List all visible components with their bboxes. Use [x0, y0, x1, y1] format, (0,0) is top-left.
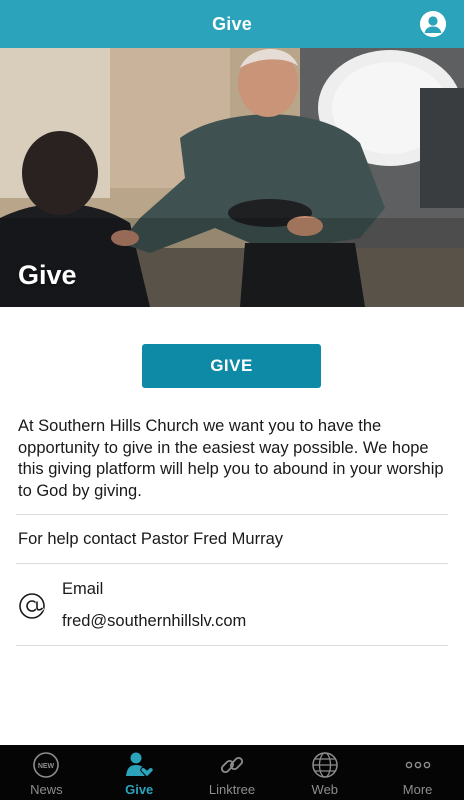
tab-label: News: [30, 782, 63, 797]
giving-description: At Southern Hills Church we want you to …: [18, 417, 444, 500]
page-title: Give: [212, 13, 252, 34]
hero-banner: Give: [0, 48, 464, 307]
tab-news[interactable]: NEW News: [0, 745, 93, 800]
svg-text:NEW: NEW: [38, 763, 55, 770]
email-contact-row[interactable]: Email fred@southernhillslv.com: [0, 566, 464, 644]
tab-web[interactable]: Web: [278, 745, 371, 800]
tab-label: Linktree: [208, 782, 256, 797]
tab-label: Give: [125, 782, 154, 797]
divider: [16, 514, 448, 515]
bottom-tab-bar: NEW News Give Linktree Web More: [0, 745, 464, 800]
tab-linktree[interactable]: Linktree: [186, 745, 279, 800]
help-contact-text: For help contact Pastor Fred Murray: [18, 530, 284, 548]
tab-more[interactable]: More: [371, 745, 464, 800]
tab-label: More: [402, 782, 433, 797]
hero-title: Give: [18, 260, 77, 290]
at-sign-icon: [18, 592, 46, 620]
link-icon: [217, 750, 247, 780]
email-value[interactable]: fred@southernhillslv.com: [62, 612, 246, 631]
give-button[interactable]: GIVE: [142, 344, 321, 388]
more-dots-icon: [403, 750, 433, 780]
tab-label: Web: [311, 782, 339, 797]
top-bar: Give: [0, 0, 464, 48]
tab-give[interactable]: Give: [93, 745, 186, 800]
user-circle-icon[interactable]: [420, 11, 446, 37]
globe-icon: [310, 750, 340, 780]
news-badge-icon: NEW: [31, 750, 61, 780]
email-label: Email: [62, 580, 104, 598]
divider: [16, 645, 448, 646]
give-person-heart-icon: [124, 750, 154, 780]
divider: [16, 563, 448, 564]
